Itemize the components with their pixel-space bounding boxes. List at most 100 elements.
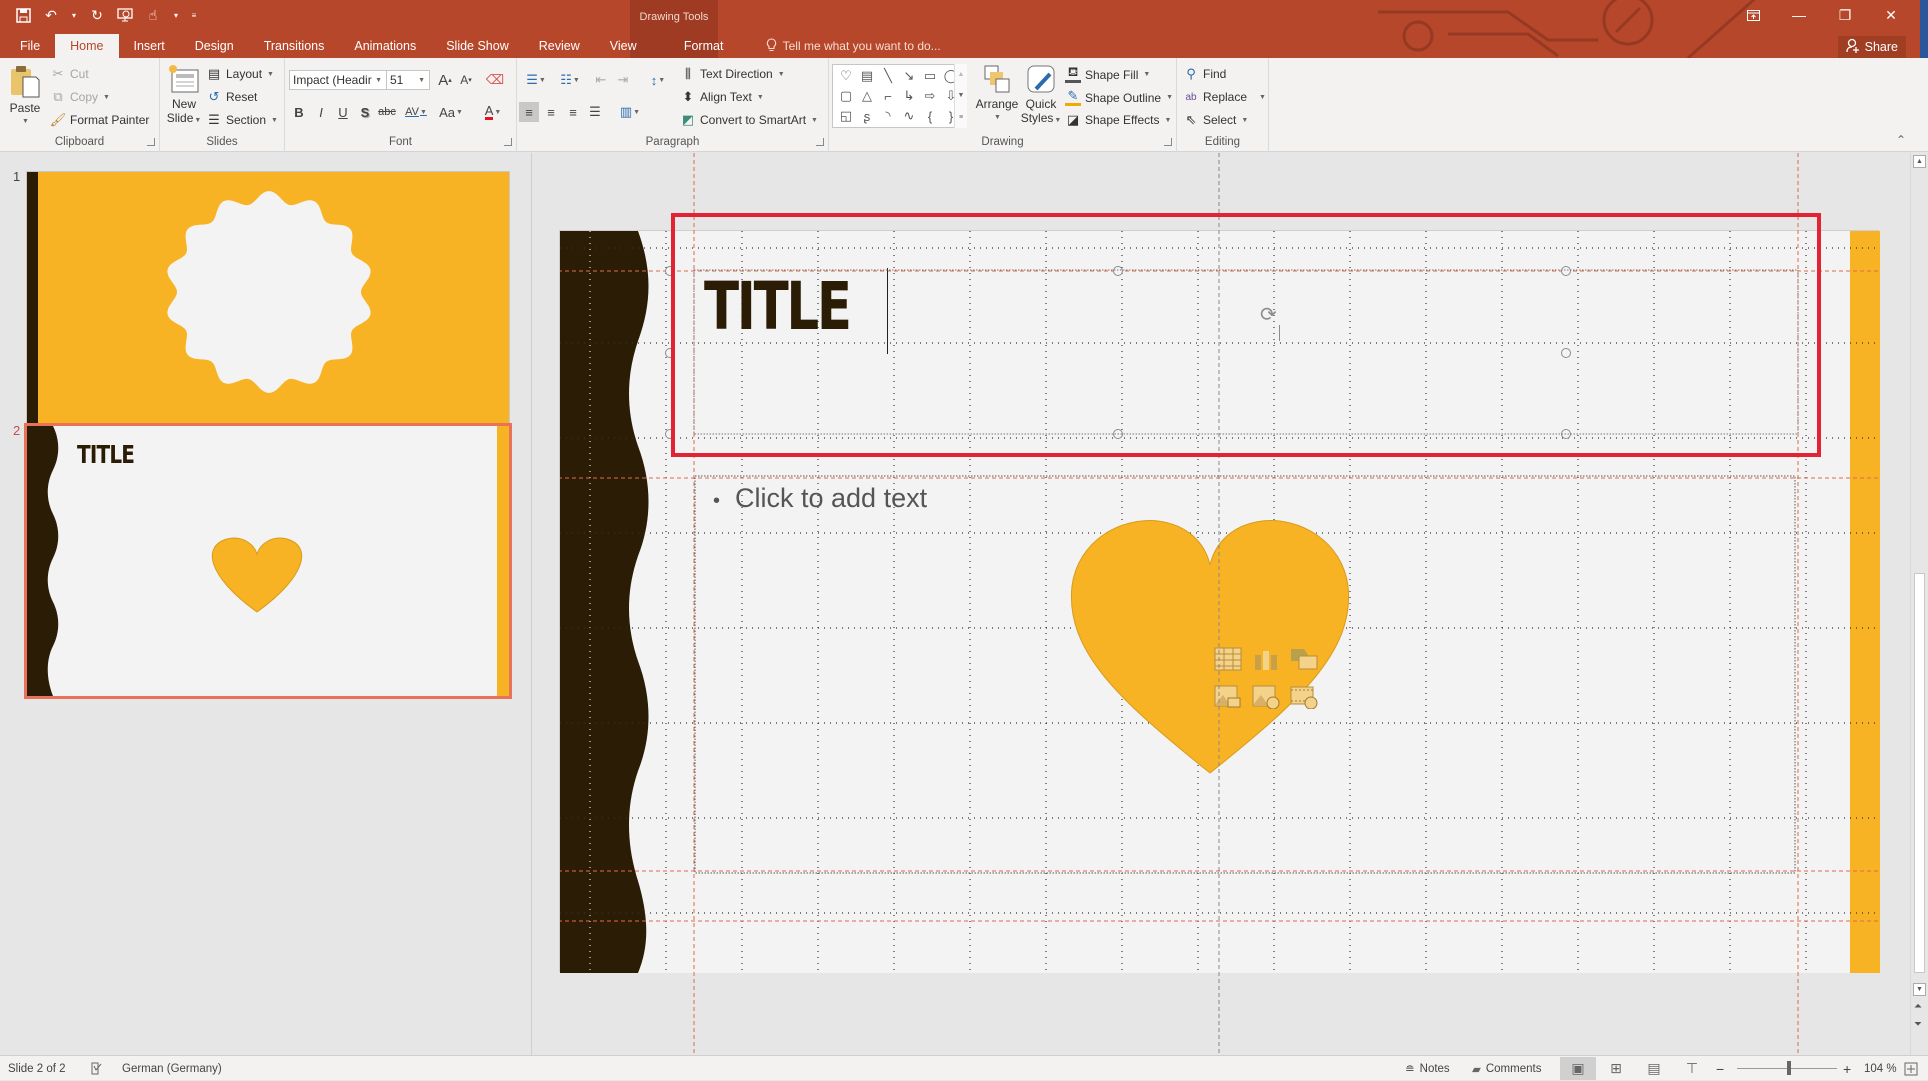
undo-icon[interactable]: ↶ xyxy=(42,6,60,24)
italic-button[interactable]: I xyxy=(311,102,331,122)
replace-button[interactable]: ab Replace ▼ xyxy=(1183,89,1266,105)
shape-triangle-icon[interactable]: △ xyxy=(857,86,877,106)
font-size-dropdown-icon[interactable]: ▼ xyxy=(418,77,425,84)
restore-icon[interactable]: ❐ xyxy=(1822,4,1868,26)
present-from-start-icon[interactable] xyxy=(116,6,134,24)
section-button[interactable]: ☰ Section ▼ xyxy=(206,112,278,128)
shape-effects-button[interactable]: ◪ Shape Effects ▼ xyxy=(1065,112,1172,128)
redo-icon[interactable]: ↻ xyxy=(88,6,106,24)
save-icon[interactable] xyxy=(14,6,32,24)
increase-indent-button[interactable]: ⇥ xyxy=(613,70,633,90)
paragraph-dialog-launcher[interactable] xyxy=(816,138,824,146)
gallery-down-icon[interactable]: ▼ xyxy=(958,92,965,99)
zoom-out-button[interactable]: − xyxy=(1716,1056,1724,1081)
decrease-indent-button[interactable]: ⇤ xyxy=(591,70,611,90)
tab-slide-show[interactable]: Slide Show xyxy=(431,34,524,58)
numbering-button[interactable]: ☷ ▼ xyxy=(555,70,585,90)
touch-dropdown-icon[interactable]: ▾ xyxy=(172,6,180,24)
tab-format[interactable]: Format xyxy=(660,34,748,58)
tab-transitions[interactable]: Transitions xyxy=(249,34,340,58)
normal-view-button[interactable]: ▣ xyxy=(1560,1057,1596,1080)
shape-outline-button[interactable]: ✎ Shape Outline ▼ xyxy=(1065,88,1173,106)
bullets-button[interactable]: ☰ ▼ xyxy=(521,70,551,90)
align-text-button[interactable]: ⬍ Align Text ▼ xyxy=(680,89,764,105)
reading-view-button[interactable]: ▤ xyxy=(1636,1057,1672,1080)
tab-animations[interactable]: Animations xyxy=(339,34,431,58)
bold-button[interactable]: B xyxy=(289,102,309,122)
find-button[interactable]: ⚲ Find xyxy=(1183,66,1226,82)
minimize-icon[interactable]: — xyxy=(1776,4,1822,26)
shape-scribble-icon[interactable]: ʂ xyxy=(857,106,877,126)
shape-curve-icon[interactable]: ∿ xyxy=(899,106,919,126)
select-button[interactable]: ⇖ Select ▼ xyxy=(1183,112,1249,128)
font-name-combo[interactable]: Impact (Headir ▼ xyxy=(289,70,387,90)
shape-elbow-connector-icon[interactable]: ⌐ xyxy=(878,86,898,106)
shape-rounded-rect-icon[interactable]: ▢ xyxy=(836,86,856,106)
undo-dropdown-icon[interactable]: ▾ xyxy=(70,6,78,24)
next-slide-icon[interactable]: ⏷ xyxy=(1914,1019,1922,1030)
gallery-up-icon[interactable]: ▲ xyxy=(958,71,965,78)
slide-sorter-button[interactable]: ⊞ xyxy=(1598,1057,1634,1080)
copy-dropdown-icon[interactable]: ▼ xyxy=(103,94,110,101)
zoom-in-button[interactable]: + xyxy=(1843,1056,1851,1081)
shape-line-icon[interactable]: ╲ xyxy=(878,66,898,86)
spelling-check-icon[interactable] xyxy=(90,1056,104,1081)
shape-arc-icon[interactable]: ◝ xyxy=(878,106,898,126)
tab-file[interactable]: File xyxy=(0,34,55,58)
paste-button[interactable]: Paste ▼ xyxy=(8,64,42,129)
close-icon[interactable]: ✕ xyxy=(1868,4,1914,26)
collapse-ribbon-icon[interactable]: ⌃ xyxy=(1896,133,1906,147)
previous-slide-icon[interactable]: ⏶ xyxy=(1914,1001,1922,1012)
justify-button[interactable]: ☰ xyxy=(585,102,605,122)
comments-button[interactable]: ▰ Comments xyxy=(1472,1056,1541,1081)
quick-styles-button[interactable]: Quick Styles▼ xyxy=(1021,64,1061,128)
tab-insert[interactable]: Insert xyxy=(119,34,180,58)
tab-review[interactable]: Review xyxy=(524,34,595,58)
zoom-level[interactable]: 104 % xyxy=(1864,1056,1897,1081)
align-right-button[interactable]: ≡ xyxy=(563,102,583,122)
notes-button[interactable]: ≘ Notes xyxy=(1405,1056,1450,1081)
text-direction-button[interactable]: ⫼ Text Direction ▼ xyxy=(680,66,785,82)
underline-button[interactable]: U xyxy=(333,102,353,122)
scroll-down-icon[interactable]: ▼ xyxy=(1913,983,1926,996)
drawing-dialog-launcher[interactable] xyxy=(1164,138,1172,146)
tell-me-search[interactable]: Tell me what you want to do... xyxy=(766,34,941,58)
new-slide-button[interactable]: New Slide▼ xyxy=(166,64,202,128)
clipboard-dialog-launcher[interactable] xyxy=(147,138,155,146)
reset-button[interactable]: ↺ Reset xyxy=(206,89,258,105)
fit-to-window-icon[interactable] xyxy=(1904,1056,1918,1081)
tab-design[interactable]: Design xyxy=(180,34,249,58)
line-spacing-button[interactable]: ↕ ▼ xyxy=(643,70,673,90)
share-button[interactable]: Share xyxy=(1837,36,1906,58)
shrink-font-button[interactable]: A ▾ xyxy=(456,70,476,90)
paste-dropdown-icon[interactable]: ▼ xyxy=(22,115,29,129)
touch-mode-icon[interactable]: ☝ xyxy=(144,6,162,24)
shape-rectangle-icon[interactable]: ▭ xyxy=(920,66,940,86)
shape-textbox-icon[interactable]: ▤ xyxy=(857,66,877,86)
character-spacing-button[interactable]: AV ▼ xyxy=(400,102,432,122)
copy-button[interactable]: ⧉ Copy ▼ xyxy=(50,89,110,105)
clear-formatting-button[interactable]: ⌫ xyxy=(485,70,505,90)
new-slide-dropdown-icon[interactable]: ▼ xyxy=(194,117,201,124)
gallery-more-icon[interactable]: ≡ xyxy=(959,114,963,121)
scrollbar-thumb[interactable] xyxy=(1914,573,1925,973)
zoom-slider-knob[interactable] xyxy=(1787,1061,1791,1075)
tab-view[interactable]: View xyxy=(595,34,652,58)
text-shadow-button[interactable]: S xyxy=(355,102,375,122)
grow-font-button[interactable]: A ▴ xyxy=(435,70,455,90)
ribbon-display-options-icon[interactable] xyxy=(1730,4,1776,26)
slide-show-button[interactable]: ⊤ xyxy=(1674,1057,1710,1080)
font-color-button[interactable]: A ▼ xyxy=(477,102,509,122)
slide-thumbnail-1[interactable] xyxy=(26,171,510,443)
align-left-button[interactable]: ≡ xyxy=(519,102,539,122)
tab-home[interactable]: Home xyxy=(55,34,119,58)
shape-fill-button[interactable]: ⛾ Shape Fill ▼ xyxy=(1065,64,1150,83)
font-dialog-launcher[interactable] xyxy=(504,138,512,146)
columns-button[interactable]: ▥ ▼ xyxy=(615,102,645,122)
layout-button[interactable]: ▤ Layout ▼ xyxy=(206,66,274,82)
convert-smartart-button[interactable]: ◩ Convert to SmartArt ▼ xyxy=(680,112,818,128)
arrange-button[interactable]: Arrange ▼ xyxy=(975,64,1019,125)
customize-qat-icon[interactable]: ≡ xyxy=(190,6,198,24)
strikethrough-button[interactable]: abc xyxy=(377,102,397,122)
shape-arrow-line-icon[interactable]: ↘ xyxy=(899,66,919,86)
